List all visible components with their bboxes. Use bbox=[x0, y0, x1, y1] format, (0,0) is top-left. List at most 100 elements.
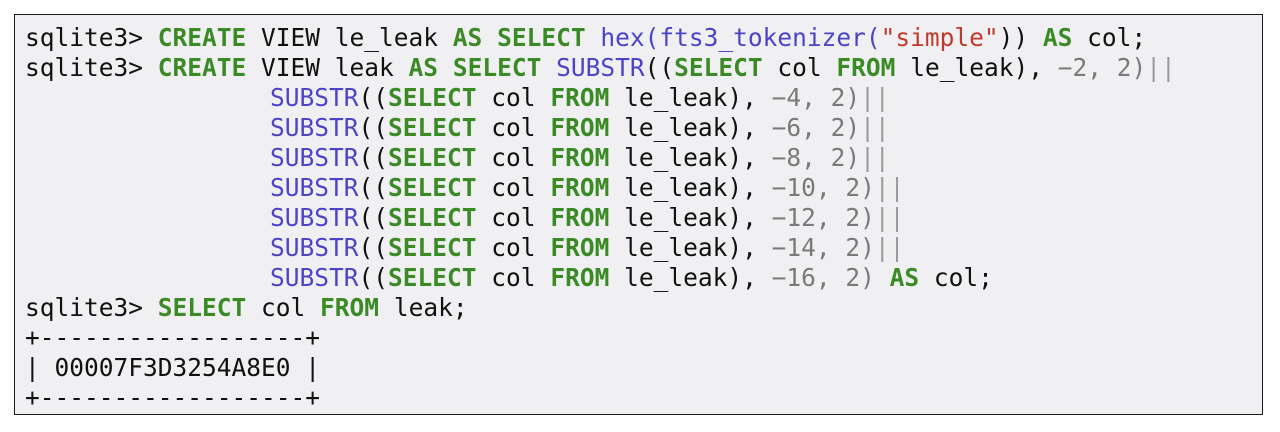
concat-operator: || bbox=[1146, 53, 1176, 82]
terminal-window: sqlite3> CREATE VIEW le_leak AS SELECT h… bbox=[14, 14, 1263, 415]
sql-function: SUBSTR bbox=[270, 173, 359, 202]
code-text: col; bbox=[1072, 23, 1147, 52]
terminal-line: +------------------+ bbox=[25, 383, 1252, 413]
concat-operator: || bbox=[860, 143, 890, 172]
sql-keyword: AS bbox=[408, 53, 439, 82]
code-text: le_leak), bbox=[609, 143, 772, 172]
shell-prompt: sqlite3> bbox=[25, 293, 158, 322]
code-text: col bbox=[762, 53, 837, 82]
code-text: (( bbox=[358, 233, 389, 262]
code-text: col bbox=[476, 113, 551, 142]
sql-function: hex(fts3_tokenizer( bbox=[600, 23, 881, 52]
code-text: +------------------+ bbox=[25, 323, 321, 352]
terminal-output[interactable]: sqlite3> CREATE VIEW le_leak AS SELECT h… bbox=[25, 23, 1252, 413]
terminal-line: sqlite3> SELECT col FROM leak; bbox=[25, 293, 1252, 323]
sql-keyword: AS bbox=[452, 23, 483, 52]
terminal-line: SUBSTR((SELECT col FROM le_leak), −6, 2)… bbox=[25, 113, 1252, 143]
code-text: VIEW leak bbox=[246, 53, 409, 82]
sql-keyword: SELECT bbox=[388, 143, 477, 172]
sql-keyword: SELECT bbox=[497, 23, 586, 52]
numeric-args: −8, 2) bbox=[771, 143, 861, 172]
concat-operator: || bbox=[860, 83, 890, 112]
shell-prompt: sqlite3> bbox=[25, 23, 158, 52]
sql-keyword: FROM bbox=[550, 233, 610, 262]
code-text: col bbox=[246, 293, 321, 322]
shell-prompt: sqlite3> bbox=[25, 53, 158, 82]
numeric-args: −6, 2) bbox=[771, 113, 861, 142]
code-text: col bbox=[476, 173, 551, 202]
sql-function: SUBSTR bbox=[270, 83, 359, 112]
code-text: (( bbox=[358, 263, 389, 292]
sql-function: SUBSTR bbox=[270, 143, 359, 172]
sql-keyword: FROM bbox=[320, 293, 380, 322]
code-text: le_leak), bbox=[609, 233, 772, 262]
sql-keyword: SELECT bbox=[388, 113, 477, 142]
numeric-args: −2, 2) bbox=[1057, 53, 1147, 82]
sql-function: SUBSTR bbox=[270, 203, 359, 232]
terminal-line: sqlite3> CREATE VIEW le_leak AS SELECT h… bbox=[25, 23, 1252, 53]
code-text: VIEW le_leak bbox=[246, 23, 453, 52]
code-text: le_leak), bbox=[895, 53, 1058, 82]
code-text: col bbox=[476, 83, 551, 112]
code-text: (( bbox=[358, 203, 389, 232]
code-text: | 00007F3D3254A8E0 | bbox=[25, 353, 321, 382]
sql-keyword: CREATE bbox=[157, 23, 247, 52]
concat-operator: || bbox=[874, 173, 905, 202]
code-text: col bbox=[476, 143, 551, 172]
sql-keyword: AS bbox=[889, 263, 920, 292]
code-text: col bbox=[476, 263, 551, 292]
code-text: leak; bbox=[379, 293, 468, 322]
code-text: (( bbox=[358, 173, 389, 202]
code-text: le_leak), bbox=[609, 113, 772, 142]
terminal-line: | 00007F3D3254A8E0 | bbox=[25, 353, 1252, 383]
sql-keyword: SELECT bbox=[388, 83, 477, 112]
sql-function: SUBSTR bbox=[270, 263, 359, 292]
code-text: le_leak), bbox=[609, 173, 772, 202]
sql-keyword: SELECT bbox=[388, 173, 477, 202]
terminal-line: SUBSTR((SELECT col FROM le_leak), −14, 2… bbox=[25, 233, 1252, 263]
code-text: le_leak), bbox=[609, 203, 772, 232]
code-text: )) bbox=[998, 23, 1043, 52]
sql-function: SUBSTR bbox=[556, 53, 645, 82]
sql-keyword: FROM bbox=[550, 173, 610, 202]
sql-keyword: FROM bbox=[550, 113, 610, 142]
concat-operator: || bbox=[874, 233, 905, 262]
numeric-args: −14, 2) bbox=[771, 233, 875, 262]
terminal-line: +------------------+ bbox=[25, 323, 1252, 353]
sql-keyword: SELECT bbox=[157, 293, 247, 322]
code-text: (( bbox=[358, 113, 389, 142]
numeric-args: −12, 2) bbox=[771, 203, 875, 232]
sql-keyword: FROM bbox=[550, 143, 610, 172]
numeric-args: −4, 2) bbox=[771, 83, 861, 112]
concat-operator: || bbox=[860, 113, 890, 142]
code-text: col bbox=[476, 203, 551, 232]
sql-keyword: FROM bbox=[550, 203, 610, 232]
numeric-args: −16, 2) bbox=[771, 263, 875, 292]
sql-keyword: SELECT bbox=[388, 233, 477, 262]
terminal-line: SUBSTR((SELECT col FROM le_leak), −4, 2)… bbox=[25, 83, 1252, 113]
sql-function: SUBSTR bbox=[270, 233, 359, 262]
code-text: +------------------+ bbox=[25, 383, 321, 412]
sql-keyword: SELECT bbox=[674, 53, 763, 82]
code-text: col; bbox=[919, 263, 993, 292]
string-literal: "simple" bbox=[880, 23, 999, 52]
sql-keyword: AS bbox=[1042, 23, 1073, 52]
sql-keyword: FROM bbox=[550, 263, 610, 292]
code-text: (( bbox=[644, 53, 675, 82]
terminal-line: SUBSTR((SELECT col FROM le_leak), −8, 2)… bbox=[25, 143, 1252, 173]
sql-function: SUBSTR bbox=[270, 113, 359, 142]
terminal-line: SUBSTR((SELECT col FROM le_leak), −16, 2… bbox=[25, 263, 1252, 293]
code-text: le_leak), bbox=[609, 83, 772, 112]
code-text: (( bbox=[358, 83, 389, 112]
sql-keyword: FROM bbox=[550, 83, 610, 112]
terminal-line: sqlite3> CREATE VIEW leak AS SELECT SUBS… bbox=[25, 53, 1252, 83]
sql-keyword: SELECT bbox=[452, 53, 542, 82]
terminal-line: SUBSTR((SELECT col FROM le_leak), −10, 2… bbox=[25, 173, 1252, 203]
code-text: (( bbox=[358, 143, 389, 172]
code-text: le_leak), bbox=[609, 263, 772, 292]
concat-operator: || bbox=[874, 203, 905, 232]
